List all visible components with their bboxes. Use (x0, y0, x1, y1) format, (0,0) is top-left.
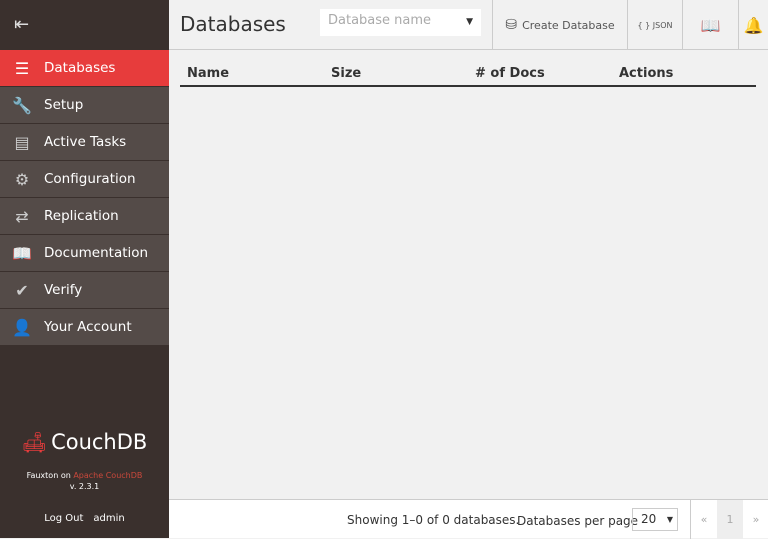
logo-text: CouchDB (51, 430, 148, 454)
tasks-icon: ▤ (14, 132, 30, 152)
prev-page[interactable]: « (691, 500, 717, 539)
database-icon: ☰ (14, 58, 30, 78)
column-header: # of Docs (468, 62, 612, 87)
nav-menu: ☰ Databases 🔧 Setup ▤ Active Tasks ⚙ Configurat… (0, 50, 169, 346)
sidebar-item-verify[interactable]: ✔ Verify (0, 272, 169, 309)
sidebar-item-label: Databases (44, 60, 116, 76)
couchdb-logo: 🛋 CouchDB (0, 430, 169, 454)
chevron-down-icon[interactable]: ▼ (466, 17, 473, 27)
sidebar-item-active-tasks[interactable]: ▤ Active Tasks (0, 124, 169, 161)
page-title: Databases (180, 12, 286, 36)
replication-icon: ⇄ (15, 206, 29, 226)
sidebar-item-documentation[interactable]: 📖 Documentation (0, 235, 169, 272)
column-header: Actions (612, 62, 756, 87)
user-link[interactable]: admin (93, 513, 124, 524)
bell-icon: 🔔 (743, 15, 764, 35)
json-label: { } JSON (637, 20, 673, 30)
database-add-icon: ⛁ (505, 17, 518, 33)
logout-link[interactable]: Log Out (44, 513, 83, 524)
next-page[interactable]: » (743, 500, 768, 539)
page-1[interactable]: 1 (717, 500, 743, 539)
book-icon: 📖 (12, 243, 32, 263)
search-placeholder: Database name (328, 13, 432, 28)
sidebar-item-label: Replication (44, 208, 119, 224)
docs-button[interactable]: 📖 (682, 0, 738, 50)
create-label: Create Database (522, 18, 615, 32)
user-icon: 👤 (12, 317, 32, 337)
sidebar-item-label: Active Tasks (44, 134, 127, 150)
wrench-icon: 🔧 (12, 95, 32, 115)
sidebar-item-label: Configuration (44, 171, 136, 187)
sidebar-item-databases[interactable]: ☰ Databases (0, 50, 169, 87)
column-header: Size (324, 62, 468, 87)
showing-text: Showing 1–0 of 0 databases. (347, 513, 520, 527)
column-header: Name (180, 62, 324, 87)
sidebar: ⇤ ☰ Databases 🔧 Setup ▤ Active Tasks ⚙ Configur… (0, 0, 169, 538)
json-button[interactable]: { } JSON (627, 0, 682, 50)
version: v. 2.3.1 (69, 482, 100, 491)
per-page-label: Databases per page (517, 514, 639, 528)
book-icon: 📖 (700, 15, 721, 35)
database-search-input[interactable]: Database name ▼ (320, 9, 481, 36)
couchdb-link[interactable]: Apache CouchDB (73, 471, 142, 480)
sidebar-item-setup[interactable]: 🔧 Setup (0, 87, 169, 124)
per-page-value: 20 (641, 512, 657, 526)
notifications-button[interactable]: 🔔 (738, 0, 768, 50)
couch-icon: 🛋 (21, 430, 48, 454)
chevron-down-icon: ▼ (666, 515, 673, 524)
sidebar-item-label: Setup (44, 97, 84, 113)
fauxton-on: Fauxton on (26, 471, 71, 480)
check-circle-icon: ✔ (15, 280, 29, 300)
sidebar-item-label: Documentation (44, 245, 149, 261)
gear-icon: ⚙ (14, 169, 30, 189)
footer: Showing 1–0 of 0 databases. Databases pe… (169, 499, 768, 539)
sidebar-item-label: Your Account (44, 319, 132, 335)
version-info: Fauxton on Apache CouchDB v. 2.3.1 (0, 470, 169, 492)
header: Databases Database name ▼ ⛁ Create Databas… (169, 0, 768, 50)
pagination: «1» (690, 500, 768, 539)
sidebar-item-your-account[interactable]: 👤 Your Account (0, 309, 169, 346)
create-database-button[interactable]: ⛁ Create Database (492, 0, 627, 50)
databases-table: Name Size # of Docs Actions (180, 62, 756, 87)
sidebar-item-replication[interactable]: ⇄ Replication (0, 198, 169, 235)
collapse-sidebar-icon[interactable]: ⇤ (14, 14, 29, 35)
per-page-select[interactable]: 20 ▼ (632, 508, 678, 531)
sidebar-item-configuration[interactable]: ⚙ Configuration (0, 161, 169, 198)
sidebar-item-label: Verify (44, 282, 83, 298)
